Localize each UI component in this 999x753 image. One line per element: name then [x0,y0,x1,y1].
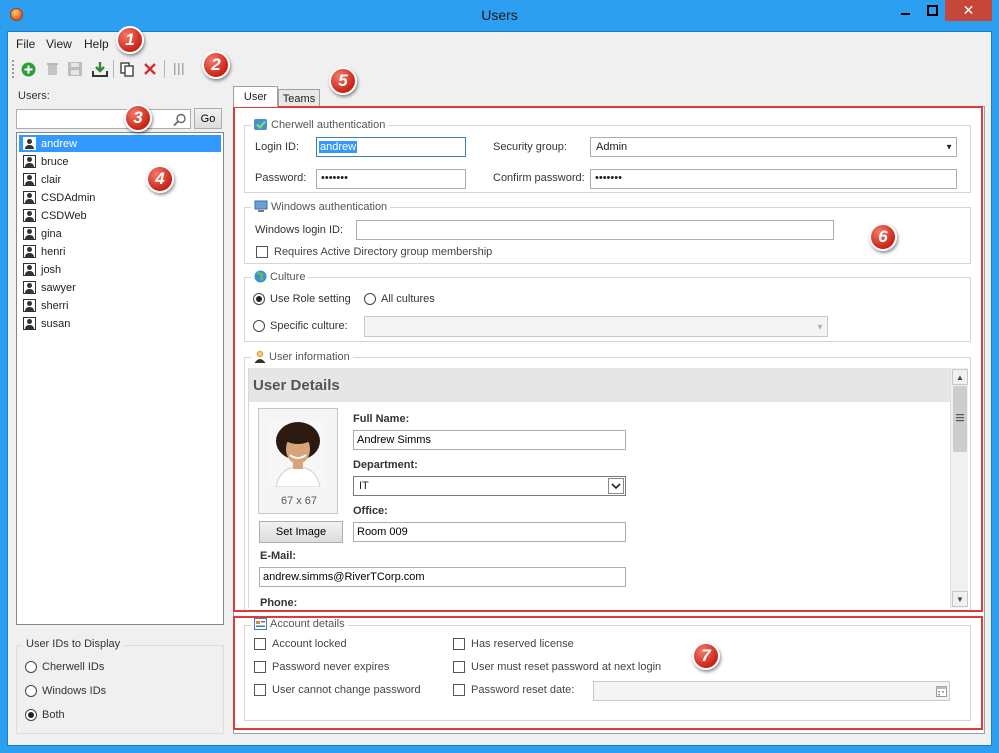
user-icon [23,299,36,312]
user-name: henri [41,245,66,258]
user-ids-group-title: User IDs to Display [23,638,124,650]
user-ids-group: User IDs to Display Cherwell IDs Windows… [16,638,224,734]
toolbar-separator [164,60,165,78]
radio-label: Cherwell IDs [42,661,105,673]
list-item-user[interactable]: CSDAdmin [19,189,221,206]
remove-button[interactable] [141,60,159,78]
list-item-user[interactable]: CSDWeb [19,207,221,224]
callout-7: 7 [692,642,720,670]
copy-button[interactable] [118,60,136,78]
list-item-user[interactable]: gina [19,225,221,242]
radio-cherwell-ids[interactable]: Cherwell IDs [25,661,104,673]
user-name: sawyer [41,281,76,294]
window-title: Users [481,7,518,23]
radio-label: Windows IDs [42,685,107,697]
user-name: gina [41,227,62,240]
minimize-icon [901,12,910,15]
user-icon [23,281,36,294]
user-name: CSDAdmin [41,191,96,204]
delete-button[interactable] [43,60,61,78]
download-button[interactable] [91,60,109,78]
user-icon [23,263,36,276]
list-item-user[interactable]: josh [19,261,221,278]
user-icon [23,155,36,168]
delete-icon [46,63,58,75]
close-icon [144,63,156,75]
user-name: clair [41,173,62,186]
user-icon [23,209,36,222]
save-icon [68,62,82,76]
user-search-box[interactable] [16,109,191,129]
user-icon [23,173,36,186]
toolbar-separator [113,60,114,78]
copy-icon [120,61,134,77]
list-item-user[interactable]: susan [19,315,221,332]
radio-windows-ids[interactable]: Windows IDs [25,685,106,697]
callout-2: 2 [202,51,230,79]
save-button[interactable] [66,60,84,78]
user-name: josh [41,263,62,276]
maximize-button[interactable] [919,0,945,21]
radio-indicator [25,685,37,697]
menu-file[interactable]: File [16,37,35,51]
user-name: bruce [41,155,69,168]
user-name: susan [41,317,71,330]
user-search-input[interactable] [17,110,190,128]
tab-user[interactable]: User [233,86,278,107]
user-icon [23,191,36,204]
radio-both[interactable]: Both [25,709,65,721]
highlight-box-user-tab [233,106,983,612]
menu-help[interactable]: Help [84,37,109,51]
close-window-button[interactable]: ✕ [945,0,992,21]
radio-label: Both [42,709,65,721]
list-item-user[interactable]: sherri [19,297,221,314]
callout-5: 5 [329,67,357,95]
tab-teams[interactable]: Teams [278,89,320,107]
close-window-icon: ✕ [962,2,975,18]
list-item-user[interactable]: bruce [19,153,221,170]
add-icon [21,62,35,76]
callout-3: 3 [124,104,152,132]
list-item-user[interactable]: sawyer [19,279,221,296]
list-item-user[interactable]: henri [19,243,221,260]
columns-icon [174,63,184,75]
callout-6: 6 [869,223,897,251]
radio-indicator [25,661,37,673]
list-item-user[interactable]: clair [19,171,221,188]
user-icon [23,227,36,240]
columns-button[interactable] [170,60,188,78]
user-name: andrew [41,137,78,150]
radio-indicator [25,709,37,721]
maximize-icon [926,5,938,16]
user-icon [23,137,36,150]
user-icon [23,317,36,330]
download-icon [92,62,108,77]
user-name: CSDWeb [41,209,87,222]
users-list[interactable]: andrew bruce clair CSDAdmin CSDWeb gina … [16,132,224,625]
search-icon [173,113,186,127]
list-item-user[interactable]: andrew [19,135,221,152]
toolbar-grip[interactable] [12,60,14,78]
minimize-button[interactable] [893,0,919,21]
users-label: Users: [18,90,50,102]
user-name: sherri [41,299,69,312]
go-button[interactable]: Go [194,108,222,129]
callout-4: 4 [146,165,174,193]
callout-1: 1 [116,26,144,54]
highlight-box-account-details [233,616,983,730]
title-bar[interactable]: Users ✕ [0,0,999,31]
user-icon [23,245,36,258]
menu-view[interactable]: View [46,37,72,51]
add-button[interactable] [19,60,37,78]
